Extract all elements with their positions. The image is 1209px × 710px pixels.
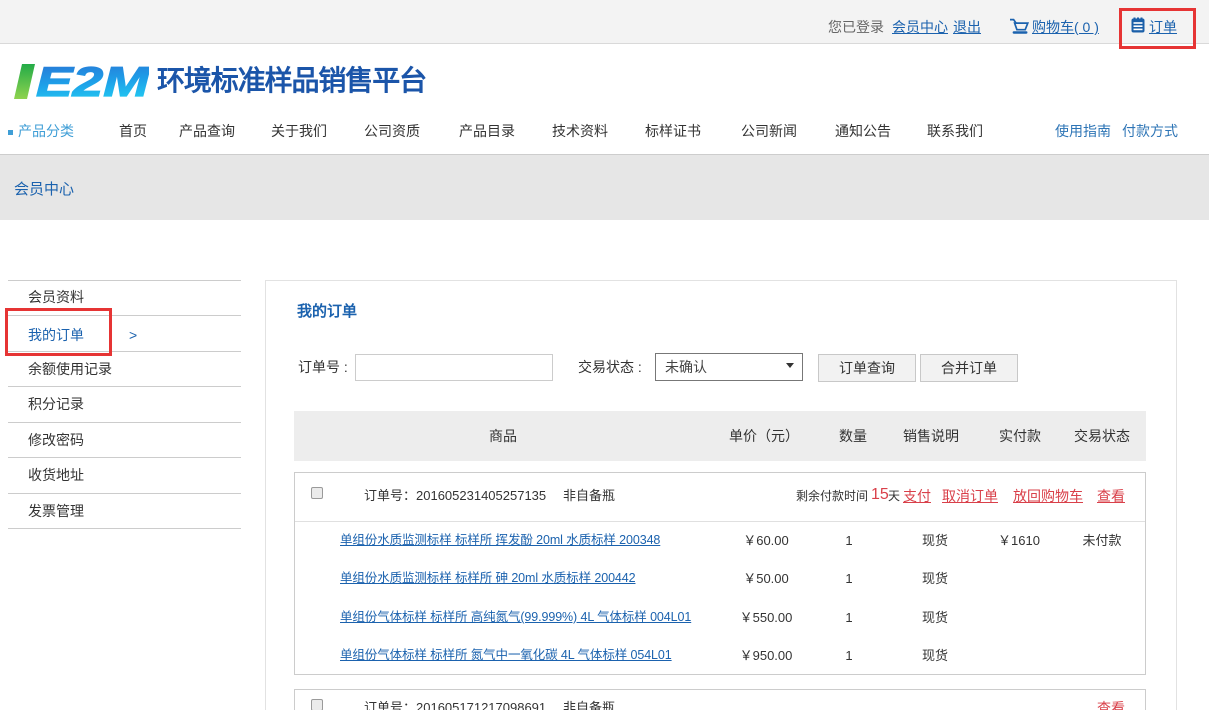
svg-text:E2M: E2M	[36, 63, 149, 100]
